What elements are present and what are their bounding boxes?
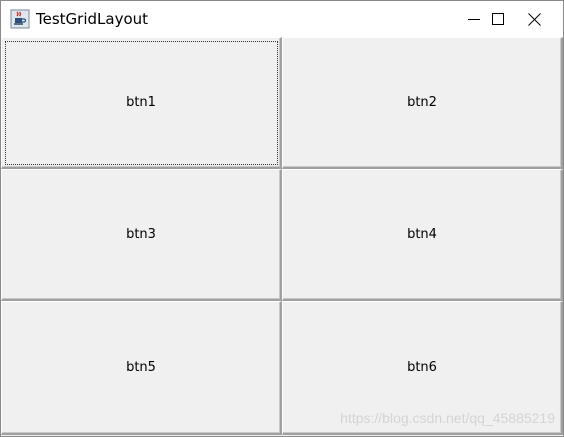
btn2-button[interactable]: btn2	[282, 37, 563, 169]
watermark-text: https://blog.csdn.net/qq_45885219	[340, 410, 555, 426]
btn5-button[interactable]: btn5	[1, 301, 282, 435]
app-window: TestGridLayout btn1 btn2 btn3 btn4 btn5 …	[0, 0, 564, 437]
button-label: btn3	[126, 227, 156, 242]
close-button[interactable]	[511, 1, 557, 37]
btn4-button[interactable]: btn4	[282, 169, 563, 301]
button-label: btn6	[407, 360, 437, 375]
btn1-button[interactable]: btn1	[1, 37, 282, 169]
button-label: btn2	[407, 95, 437, 110]
window-title: TestGridLayout	[36, 10, 149, 28]
button-label: btn4	[407, 227, 437, 242]
close-icon	[527, 12, 541, 26]
btn3-button[interactable]: btn3	[1, 169, 282, 301]
java-cup-icon[interactable]	[10, 9, 30, 29]
maximize-icon	[492, 13, 504, 25]
title-bar[interactable]: TestGridLayout	[1, 1, 563, 37]
button-label: btn1	[126, 95, 156, 110]
maximize-button-area[interactable]	[452, 1, 504, 37]
button-label: btn5	[126, 360, 156, 375]
grid-layout-panel: btn1 btn2 btn3 btn4 btn5 btn6	[1, 37, 563, 435]
